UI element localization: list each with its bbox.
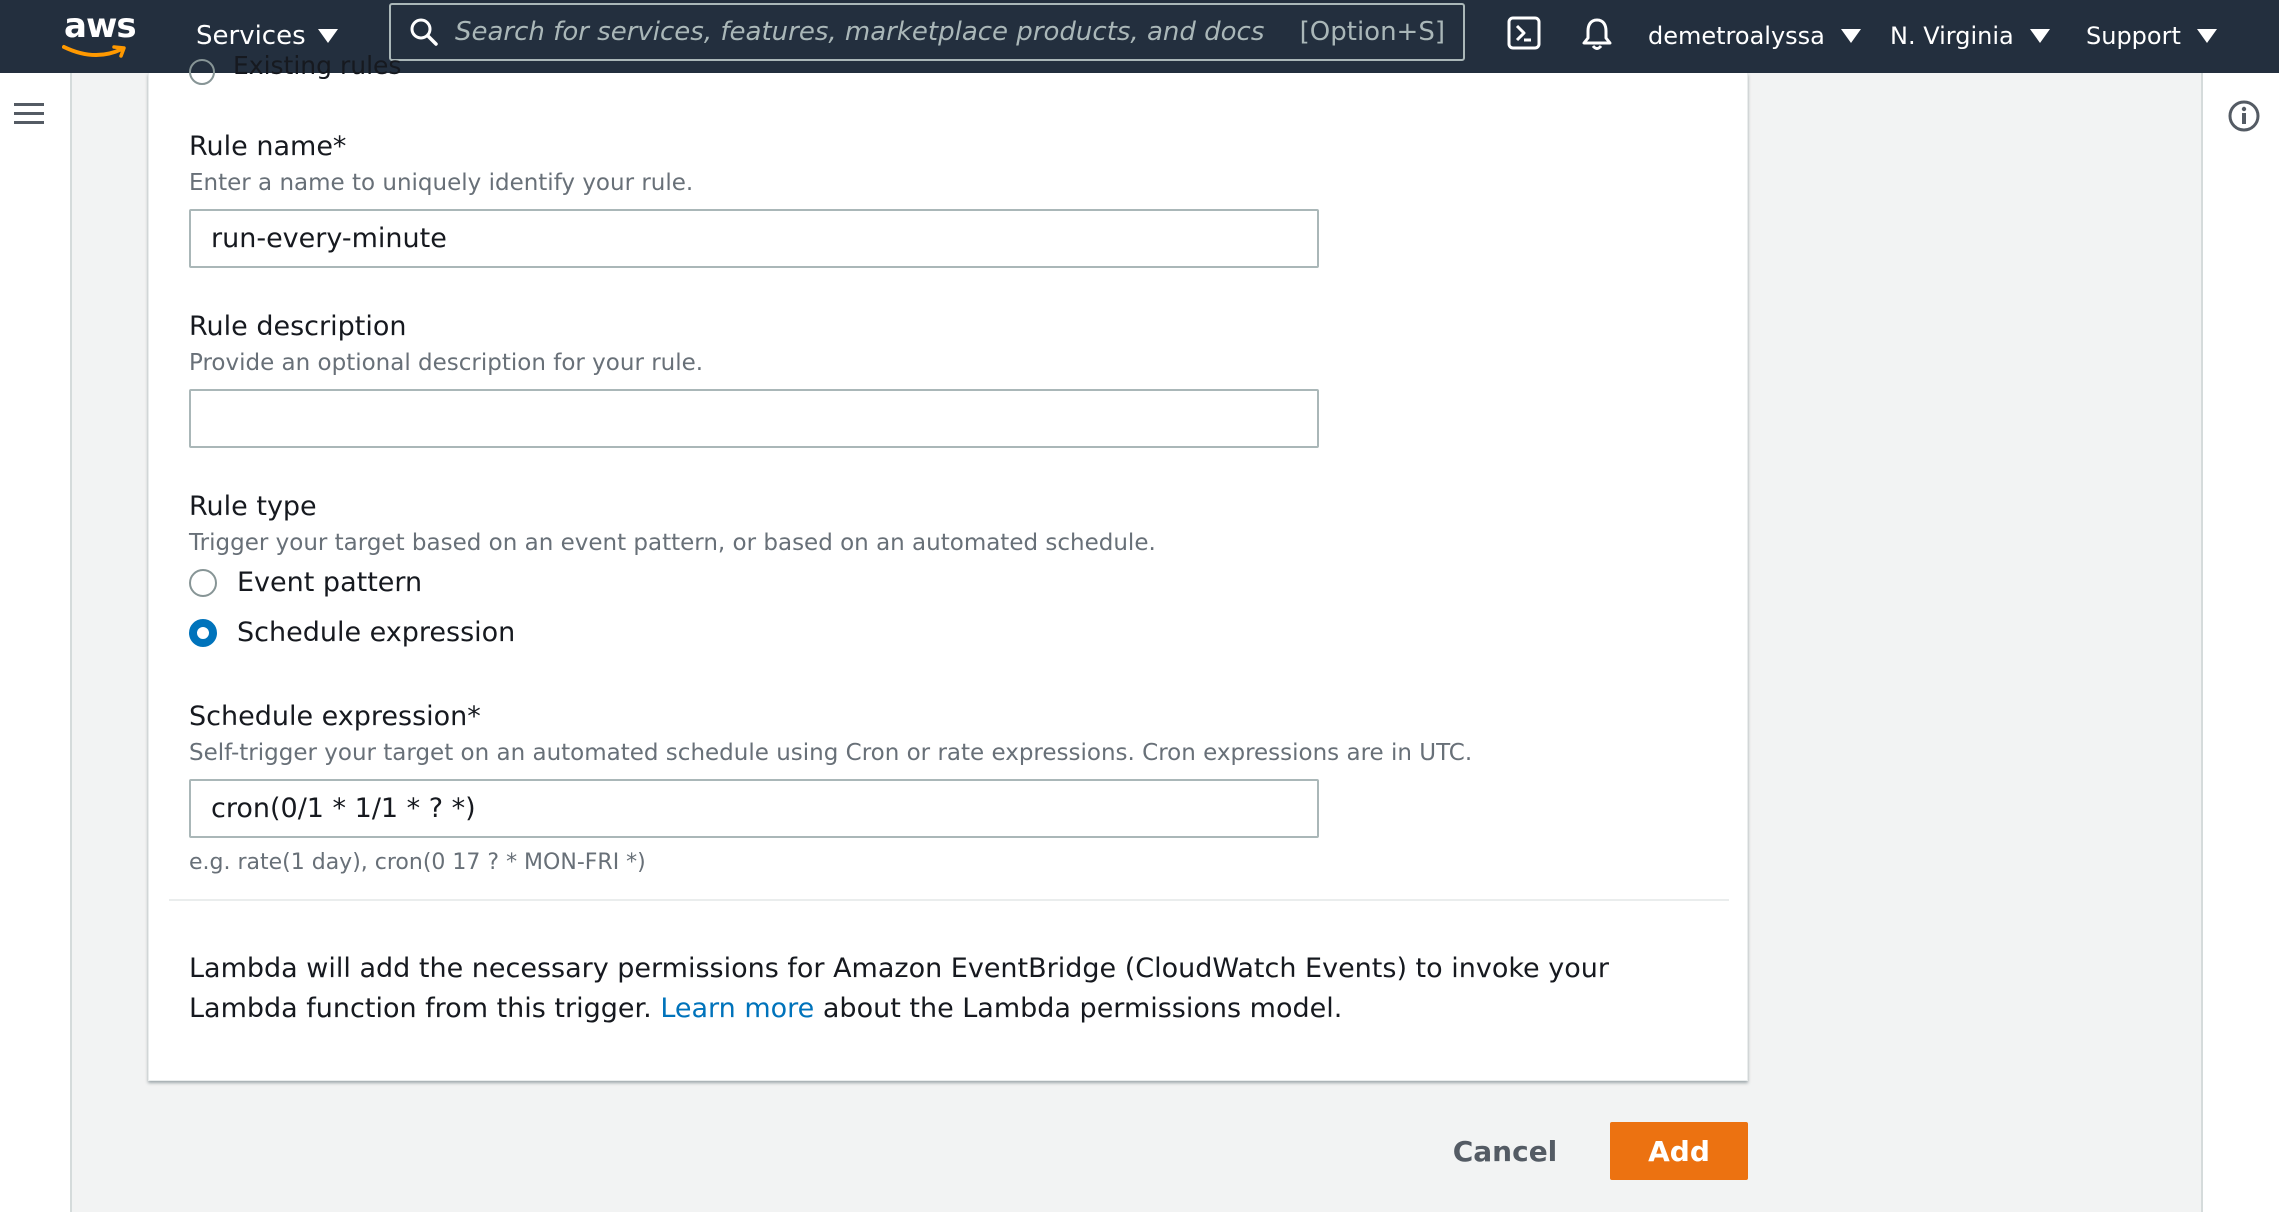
search-icon xyxy=(410,18,438,46)
rule-description-label: Rule description xyxy=(189,311,407,342)
global-search-bar[interactable]: [Option+S] xyxy=(389,3,1465,61)
right-help-rail xyxy=(2201,73,2279,1212)
permissions-note: Lambda will add the necessary permission… xyxy=(189,949,1709,1029)
account-name: demetroalyssa xyxy=(1648,22,1825,50)
schedule-expression-description: Self-trigger your target on an automated… xyxy=(189,740,1473,766)
search-shortcut-hint: [Option+S] xyxy=(1299,17,1445,47)
hamburger-menu-icon[interactable] xyxy=(14,101,44,127)
notifications-bell-icon[interactable] xyxy=(1580,16,1614,52)
schedule-expression-hint: e.g. rate(1 day), cron(0 17 ? * MON-FRI … xyxy=(189,850,646,875)
cancel-button[interactable]: Cancel xyxy=(1430,1122,1580,1180)
rule-type-label: Rule type xyxy=(189,491,317,522)
permissions-note-text-end: about the Lambda permissions model. xyxy=(822,993,1343,1024)
cloudshell-icon[interactable] xyxy=(1507,16,1541,50)
section-divider xyxy=(169,899,1729,901)
left-navigation-rail xyxy=(0,73,72,1212)
schedule-expression-option-label: Schedule expression xyxy=(237,617,516,648)
learn-more-link[interactable]: Learn more xyxy=(660,993,814,1024)
services-label: Services xyxy=(196,21,306,51)
caret-down-icon xyxy=(2196,29,2217,43)
add-button[interactable]: Add xyxy=(1610,1122,1748,1180)
existing-rules-radio[interactable] xyxy=(189,59,215,85)
rule-description-help: Provide an optional description for your… xyxy=(189,350,704,376)
rule-type-description: Trigger your target based on an event pa… xyxy=(189,530,1156,556)
schedule-expression-radio[interactable] xyxy=(189,618,217,647)
event-pattern-label: Event pattern xyxy=(237,567,423,598)
search-input[interactable] xyxy=(453,16,1300,48)
rule-name-input[interactable] xyxy=(189,209,1319,268)
schedule-expression-input[interactable] xyxy=(189,779,1319,838)
schedule-expression-label: Schedule expression* xyxy=(189,701,481,732)
rule-description-input[interactable] xyxy=(189,389,1319,448)
support-menu-button[interactable]: Support xyxy=(2086,14,2217,58)
schedule-expression-option[interactable]: Schedule expression xyxy=(189,617,515,648)
trigger-configuration-panel: Existing rules Rule name* Enter a name t… xyxy=(148,51,1748,1081)
caret-down-icon xyxy=(2029,29,2050,43)
event-pattern-radio[interactable] xyxy=(189,568,217,597)
support-label: Support xyxy=(2086,22,2181,50)
account-menu-button[interactable]: demetroalyssa xyxy=(1648,14,1861,58)
rule-name-label: Rule name* xyxy=(189,131,347,162)
caret-down-icon xyxy=(317,29,338,43)
existing-rules-label: Existing rules xyxy=(233,51,402,80)
info-icon[interactable] xyxy=(2227,99,2261,133)
rule-name-description: Enter a name to uniquely identify your r… xyxy=(189,170,694,196)
aws-logo[interactable]: aws xyxy=(60,6,137,62)
caret-down-icon xyxy=(1840,29,1861,43)
aws-logo-text: aws xyxy=(64,6,137,46)
region-menu-button[interactable]: N. Virginia xyxy=(1890,14,2050,58)
region-name: N. Virginia xyxy=(1890,22,2014,50)
event-pattern-option[interactable]: Event pattern xyxy=(189,567,422,598)
aws-smile-icon xyxy=(62,45,126,58)
